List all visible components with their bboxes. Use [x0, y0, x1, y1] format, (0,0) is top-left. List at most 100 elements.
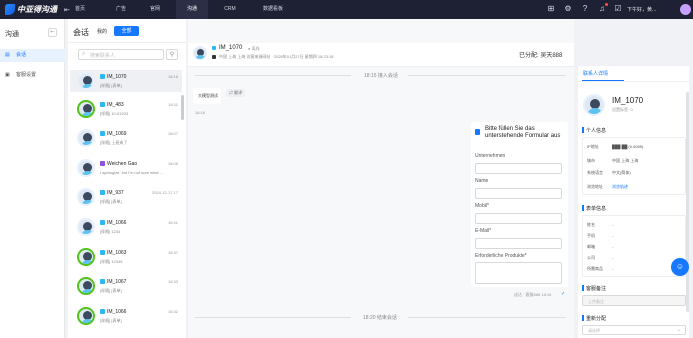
kv-city-label: 城市	[587, 158, 595, 163]
kv-products-value: -	[612, 266, 614, 271]
system-divider	[408, 75, 566, 76]
chat-status: ● 离线	[248, 46, 260, 51]
contact-avatar[interactable]	[583, 94, 605, 116]
conversation-item[interactable]: IM_1063 16:37 [伴随] 12345	[70, 246, 182, 268]
notes-placeholder: 上传备注	[588, 299, 604, 304]
nav-dashboard[interactable]: 数据看板	[254, 0, 292, 19]
list-scrollbar[interactable]	[181, 95, 184, 120]
help-icon[interactable]: ?	[580, 4, 590, 14]
location-icon	[212, 55, 216, 59]
contact-avatar	[77, 72, 95, 90]
conversation-preview: [伴随] [表单]	[100, 83, 122, 88]
products-field[interactable]	[475, 262, 562, 284]
contact-avatar	[77, 277, 95, 295]
form-card: Bitte füllen Sie das unterstehende Formu…	[471, 122, 568, 287]
channel-icon	[100, 190, 105, 195]
kv-mobile-value: -	[612, 233, 614, 238]
search-icon: ⌕	[82, 51, 86, 57]
list-divider	[68, 42, 186, 43]
contact-avatar	[77, 159, 95, 177]
form-title: Bitte füllen Sie das unterstehende Formu…	[485, 126, 561, 139]
conversation-name: Weichen Gao	[107, 161, 138, 167]
session-start-text: 18:15 接入会话	[364, 73, 398, 79]
conversation-name: IM_937	[107, 190, 124, 196]
conversation-preview: [伴随] 1234	[100, 229, 121, 234]
contact-tags[interactable]: 设置标签 ·0	[612, 107, 633, 113]
translate-button[interactable]: ⇄ 翻译	[226, 89, 246, 97]
kv-email-label: 邮箱	[587, 244, 595, 249]
nav-home[interactable]: 首页	[64, 0, 96, 19]
tab-mine[interactable]: 我的	[93, 27, 111, 37]
assigned-agent: 已分配: 吴天888	[519, 53, 563, 59]
kv-products-label: 所需商品	[587, 266, 603, 271]
settings-icon: ▣	[5, 72, 10, 78]
section-marker	[582, 127, 584, 133]
sidebar-item-conversations[interactable]: ▤ 会话	[0, 49, 65, 62]
add-icon[interactable]: ⊞	[546, 4, 556, 14]
reassign-select[interactable]: 请选择 ⌄	[582, 325, 686, 335]
email-field[interactable]	[475, 238, 562, 249]
channel-icon	[100, 250, 105, 255]
kv-company-value: -	[612, 255, 614, 260]
chat-avatar[interactable]	[193, 46, 207, 60]
kv-ip-label: IP地址	[587, 144, 599, 149]
system-divider	[408, 317, 566, 318]
conversation-item[interactable]: IM_1070 18:16 [伴随] [表单]	[70, 70, 182, 92]
sidebar-item-label: 客服设置	[16, 72, 37, 78]
sidebar-item-service-settings[interactable]: ▣ 客服设置	[0, 69, 65, 82]
nav-crm[interactable]: CRM	[214, 0, 246, 19]
sent-meta: 送达 · 客服888 18:16	[514, 292, 552, 297]
channel-icon	[100, 161, 105, 166]
tab-all[interactable]: 全部	[114, 26, 139, 36]
incoming-message[interactable]: 大模型测试	[193, 88, 221, 104]
session-end-text: 18:20 结束会话	[363, 315, 397, 321]
notes-input[interactable]: 上传备注	[582, 295, 686, 306]
app-logo[interactable]: 中亚得沟通	[5, 3, 63, 16]
sidebar-collapse-icon[interactable]: ⇤	[48, 28, 57, 37]
translate-label: 翻译	[234, 90, 243, 95]
conversation-item[interactable]: Weichen Gao 18:06 I apologize, but I'm not…	[70, 157, 182, 179]
form-icon	[475, 129, 480, 135]
nav-website[interactable]: 官网	[140, 0, 170, 19]
incoming-message-text: 大模型测试	[198, 93, 218, 98]
section-marker	[582, 205, 584, 211]
search-input[interactable]: ⌕ 搜索联系人	[78, 49, 164, 60]
sidebar-title: 沟通	[5, 31, 19, 38]
nav-communication[interactable]: 沟通	[176, 0, 208, 19]
channel-icon	[100, 279, 105, 284]
kv-browse-label: 浏览地址	[587, 184, 603, 189]
form-label-products: Erforderliche Produkte*	[475, 253, 527, 259]
conversation-preview: [伴随] 10:01203	[100, 111, 129, 116]
conversation-item[interactable]: IM_1066 16:41 [伴随] 1234	[70, 216, 182, 238]
check-icon: ✓	[561, 291, 566, 297]
calendar-icon[interactable]: ☑	[613, 4, 623, 14]
company-field[interactable]	[475, 163, 562, 174]
user-avatar[interactable]	[680, 4, 691, 15]
name-field[interactable]	[475, 188, 562, 199]
contact-avatar	[77, 129, 95, 147]
kv-city-value: 中国 上海 上海	[612, 158, 639, 163]
kv-company-label: 公司	[587, 255, 595, 260]
browse-trail-link[interactable]: 浏览轨迹	[612, 184, 628, 190]
conversation-item[interactable]: IM_1066 16:32 [伴随] [表单]	[70, 305, 182, 327]
gear-icon[interactable]: ⚙	[563, 4, 573, 14]
chat-icon: ▤	[5, 52, 10, 58]
conversation-name: IM_1066	[107, 220, 127, 226]
greeting-text[interactable]: 下午好，黄...	[627, 6, 656, 13]
tab-contact-details[interactable]: 联系人详情	[583, 70, 608, 77]
conversation-item[interactable]: IM_1069 18:07 [伴随] 上班来了	[70, 127, 182, 149]
section-form-info: 表单信息	[586, 206, 607, 212]
support-float-button[interactable]: ☺	[671, 258, 689, 276]
nav-ads[interactable]: 广告	[106, 0, 136, 19]
filter-icon[interactable]: ⚲	[166, 49, 178, 60]
conversation-item[interactable]: IM_937 2024-12-17 17 [伴随] [表单]	[70, 186, 182, 208]
conversation-item[interactable]: IM_483 18:11 [伴随] 10:01203	[70, 98, 182, 120]
support-icon: ☺	[675, 262, 685, 271]
channel-icon	[100, 220, 105, 225]
panel-scrollbar[interactable]	[686, 92, 689, 312]
mobile-field[interactable]	[475, 213, 562, 224]
conversation-item[interactable]: IM_1067 16:33 [伴随] [表单]	[70, 275, 182, 297]
message-time: 18:16	[195, 110, 206, 115]
kv-ip-value: ███ ██ (0.0085)	[612, 144, 644, 149]
kv-email-value: -	[612, 244, 614, 249]
